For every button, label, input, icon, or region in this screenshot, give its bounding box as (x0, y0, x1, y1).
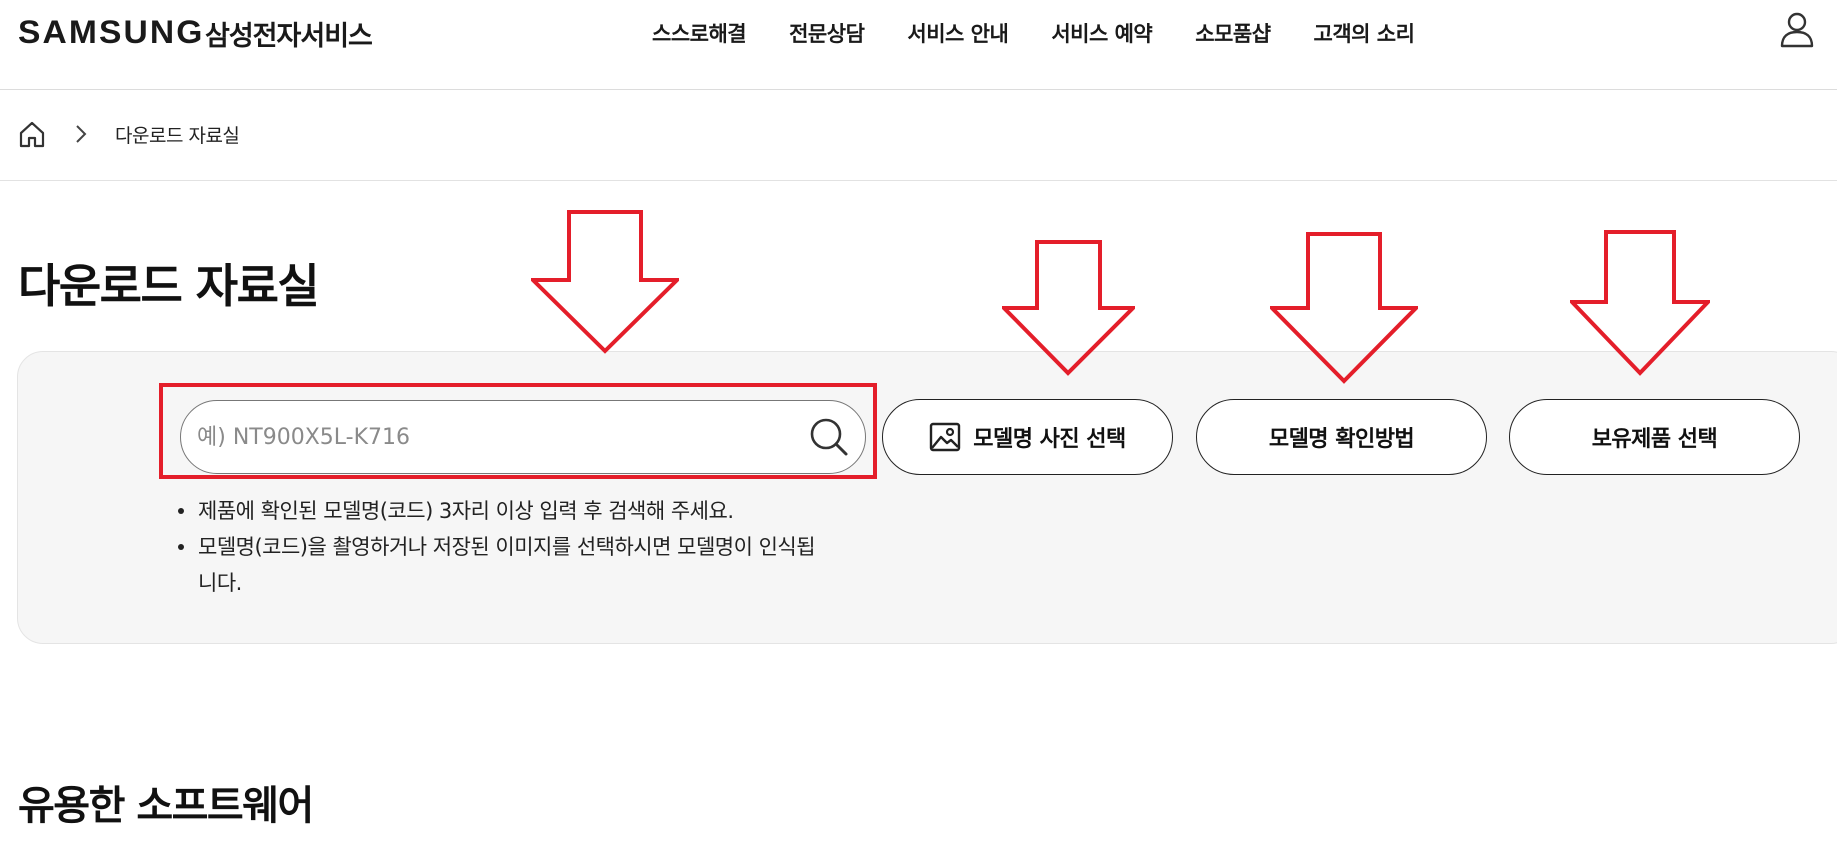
useful-software-heading: 유용한 소프트웨어 (18, 783, 314, 829)
nav-item-customer-voice[interactable]: 고객의 소리 (1314, 18, 1415, 48)
model-howto-button[interactable]: 모델명 확인방법 (1196, 399, 1487, 475)
model-howto-label: 모델명 확인방법 (1268, 427, 1415, 452)
breadcrumb: 다운로드 자료실 (0, 90, 1837, 181)
global-header: SAMSUNG 삼성전자서비스 스스로해결 전문상담 서비스 안내 서비스 예약… (0, 0, 1837, 90)
nav-item-reservation[interactable]: 서비스 예약 (1051, 18, 1152, 48)
nav-item-service-info[interactable]: 서비스 안내 (907, 18, 1008, 48)
chevron-right-icon (76, 125, 87, 143)
search-note-item: 제품에 확인된 모델명(코드) 3자리 이상 입력 후 검색해 주세요. (176, 493, 816, 529)
samsung-logo[interactable]: SAMSUNG (18, 14, 204, 51)
service-name[interactable]: 삼성전자서비스 (205, 14, 373, 53)
nav-item-self-help[interactable]: 스스로해결 (652, 18, 747, 48)
annotation-highlight-box (159, 383, 877, 479)
page-title: 다운로드 자료실 (18, 259, 320, 313)
nav-item-supplies-shop[interactable]: 소모품샵 (1195, 18, 1271, 48)
annotation-arrow-icon (1570, 230, 1710, 376)
breadcrumb-current: 다운로드 자료실 (115, 125, 240, 147)
image-icon (930, 422, 961, 452)
model-photo-select-label: 모델명 사진 선택 (973, 427, 1126, 452)
nav-item-consult[interactable]: 전문상담 (789, 18, 865, 48)
user-icon[interactable] (1780, 12, 1814, 48)
main-nav: 스스로해결 전문상담 서비스 안내 서비스 예약 소모품샵 고객의 소리 (652, 18, 1457, 48)
annotation-arrow-icon (531, 210, 679, 354)
owned-product-select-button[interactable]: 보유제품 선택 (1509, 399, 1800, 475)
annotation-arrow-icon (1270, 232, 1418, 384)
search-note-item: 모델명(코드)을 촬영하거나 저장된 이미지를 선택하시면 모델명이 인식됩니다… (176, 529, 816, 601)
home-icon[interactable] (18, 120, 46, 148)
model-photo-select-button[interactable]: 모델명 사진 선택 (882, 399, 1173, 475)
owned-product-select-label: 보유제품 선택 (1591, 427, 1718, 452)
annotation-arrow-icon (1002, 240, 1135, 376)
search-notes: 제품에 확인된 모델명(코드) 3자리 이상 입력 후 검색해 주세요. 모델명… (176, 493, 816, 601)
